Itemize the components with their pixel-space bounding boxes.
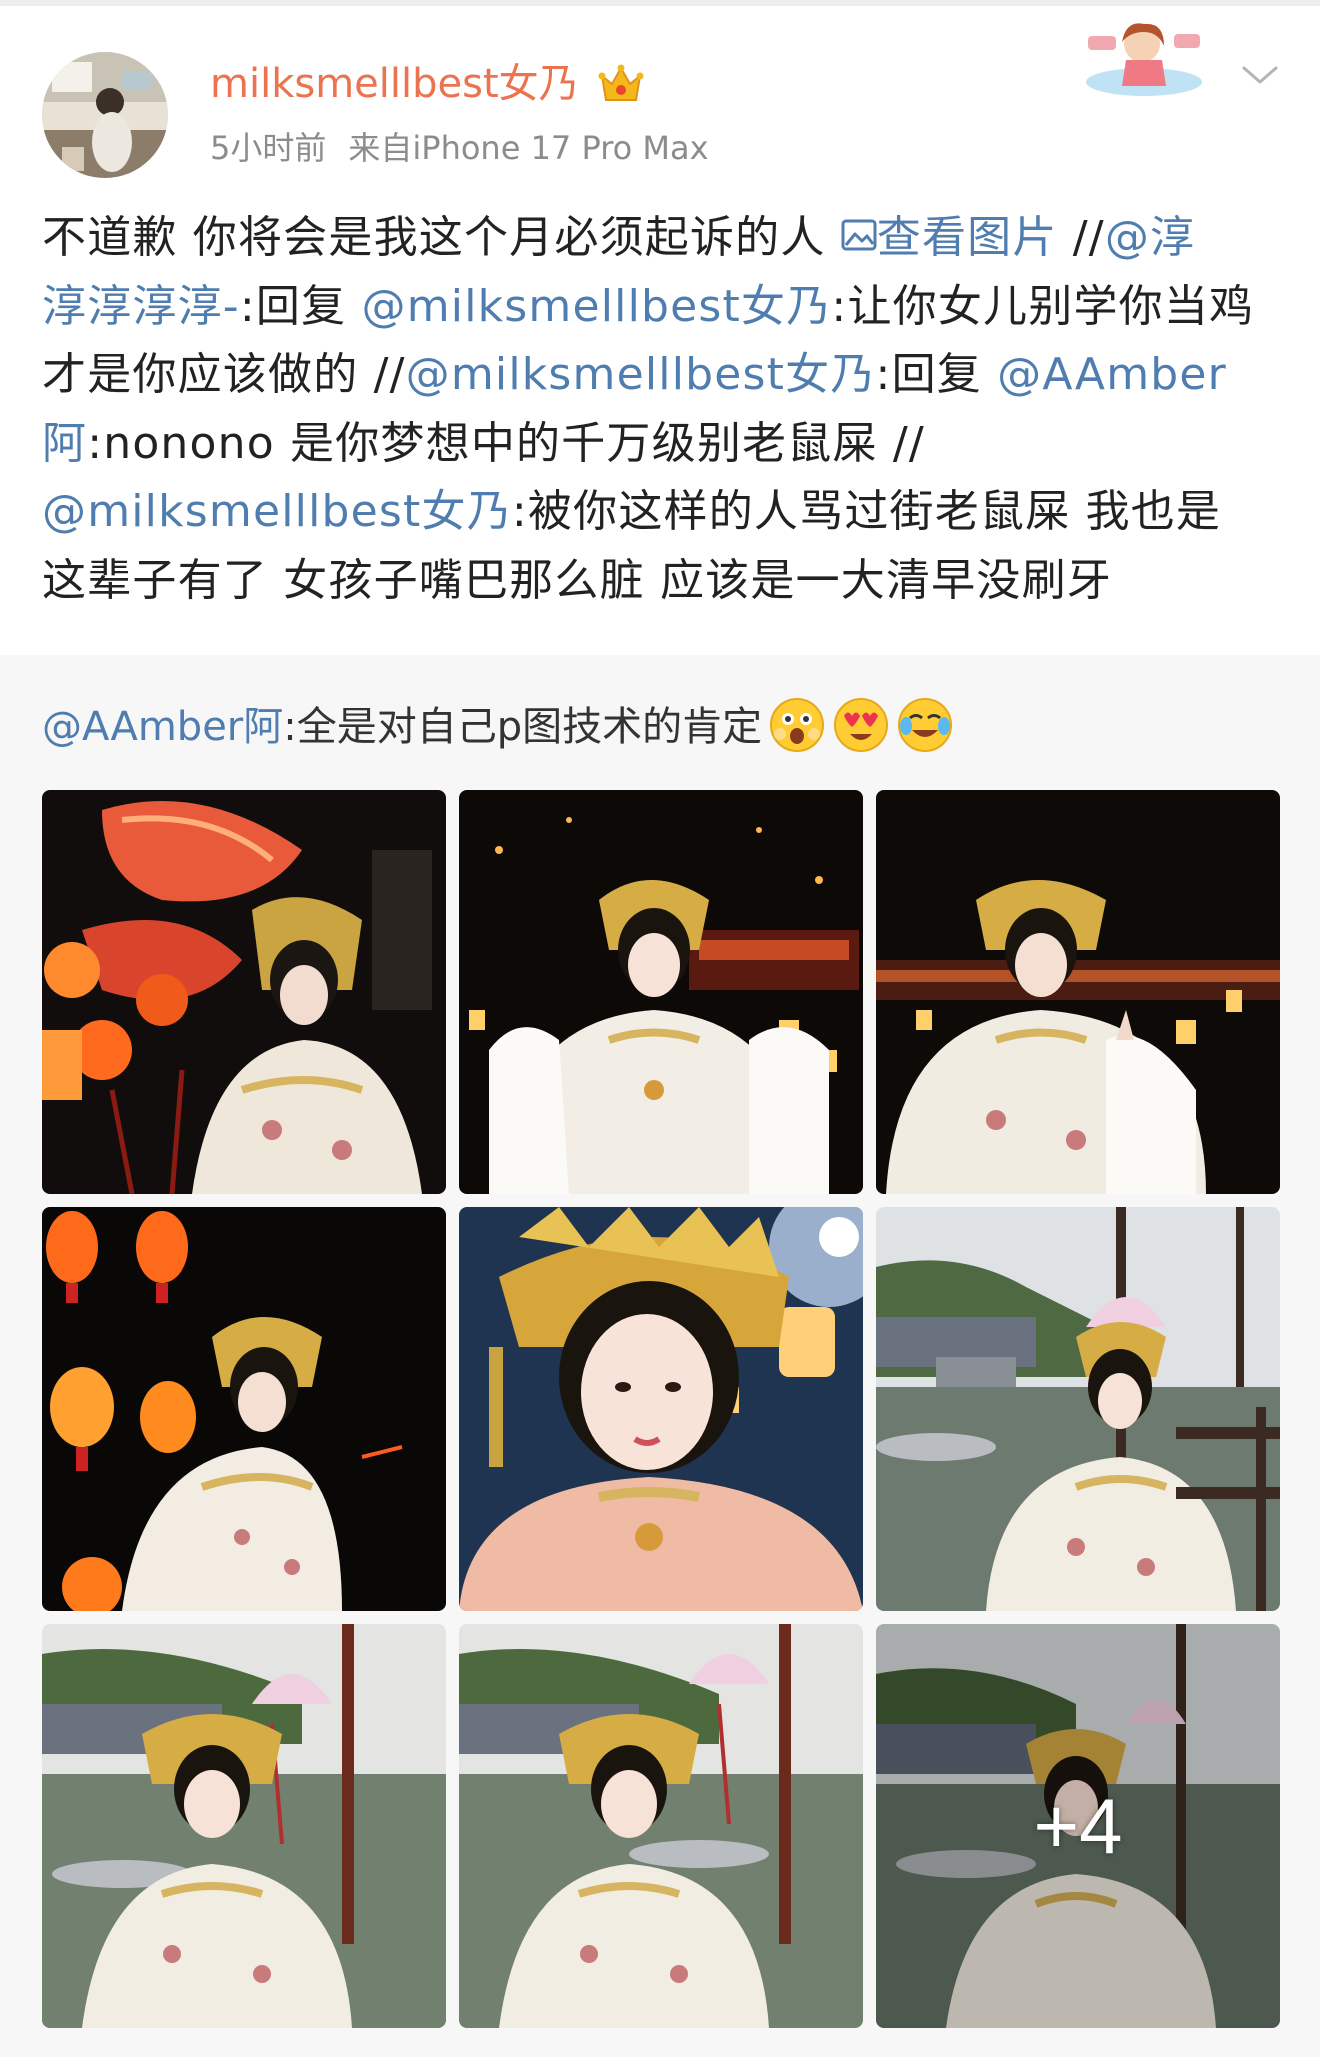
photo-8[interactable] (459, 1624, 863, 2028)
mention-link[interactable]: 阿 (42, 418, 87, 469)
post-text-segment: 这辈子有了 女孩子嘴巴那么脏 应该是一大清早没刷牙 (42, 554, 1112, 606)
repost-author-mention[interactable]: @AAmber阿 (42, 704, 283, 750)
post-time: 5小时前 (210, 129, 327, 167)
view-image-link[interactable]: 查看图片 (877, 212, 1058, 263)
post-meta: 5小时前 来自iPhone 17 Pro Max (210, 124, 709, 172)
mention-link[interactable]: @milksmelllbest女乃 (406, 349, 876, 400)
post-text-line: @milksmelllbest女乃:被你这样的人骂过街老鼠屎 我也是 (42, 478, 1282, 547)
photo-3[interactable] (876, 790, 1280, 1194)
photo-grid: +4 (42, 790, 1280, 2028)
post-text: 不道歉 你将会是我这个月必须起诉的人 查看图片 //@淳 淳淳淳淳-:回复 @mi… (42, 204, 1282, 615)
photo-7[interactable] (42, 1624, 446, 2028)
more-photos-count: +4 (1033, 1781, 1123, 1870)
image-icon (841, 219, 877, 251)
post-text-line: 这辈子有了 女孩子嘴巴那么脏 应该是一大清早没刷牙 (42, 547, 1282, 616)
crown-icon (598, 64, 644, 101)
post-text-segment: :回复 (875, 349, 998, 400)
photo-4[interactable] (42, 1207, 446, 1611)
post-text-line: 阿:nonono 是你梦想中的千万级别老鼠屎 // (42, 410, 1282, 479)
mention-link[interactable]: @AAmber (997, 349, 1227, 400)
mention-link[interactable]: @milksmelllbest女乃 (362, 281, 832, 332)
photo-6[interactable] (876, 1207, 1280, 1611)
post-text-segment: :被你这样的人骂过街老鼠屎 我也是 (511, 486, 1222, 537)
chevron-down-icon[interactable] (1240, 60, 1280, 88)
heart-eyes-emoji-icon (834, 698, 889, 752)
crying-laugh-emoji-icon (898, 698, 953, 752)
photo-5[interactable] (459, 1207, 863, 1611)
post-text-line: 不道歉 你将会是我这个月必须起诉的人 查看图片 //@淳 (42, 204, 1282, 273)
repost-body: :全是对自己p图技术的肯定 (283, 704, 763, 750)
post-text-line: 淳淳淳淳-:回复 @milksmelllbest女乃:让你女儿别学你当鸡 (42, 273, 1282, 342)
post-text-line: 才是你应该做的 //@milksmelllbest女乃:回复 @AAmber (42, 341, 1282, 410)
photo-2[interactable] (459, 790, 863, 1194)
mention-link[interactable]: @淳 (1105, 212, 1195, 263)
mention-link[interactable]: @milksmelllbest女乃 (42, 486, 512, 537)
post-text-segment: :nonono 是你梦想中的千万级别老鼠屎 // (87, 417, 925, 469)
post-text-segment: 不道歉 你将会是我这个月必须起诉的人 (42, 212, 841, 263)
post-text-segment: 才是你应该做的 // (42, 349, 406, 400)
top-divider (0, 0, 1320, 6)
photo-more[interactable]: +4 (876, 1624, 1280, 2028)
mention-link[interactable]: 淳淳淳淳- (42, 281, 240, 332)
post-text-segment: // (1057, 212, 1105, 263)
surprised-emoji-icon (770, 698, 825, 752)
post-source: 来自iPhone 17 Pro Max (348, 129, 709, 167)
anime-sticker-icon (1086, 23, 1202, 96)
weibo-post-card: milksmelllbest女乃 5小时前 来自iPhone 17 Pro Max… (0, 0, 1320, 2057)
post-text-segment: :回复 (239, 280, 362, 332)
photo-1[interactable] (42, 790, 446, 1194)
repost-section[interactable]: @AAmber阿:全是对自己p图技术的肯定 +4 (0, 655, 1320, 2057)
repost-text: @AAmber阿:全是对自己p图技术的肯定 (42, 695, 954, 759)
username[interactable]: milksmelllbest女乃 (210, 58, 579, 110)
post-text-segment: :让你女儿别学你当鸡 (831, 280, 1255, 332)
avatar[interactable] (42, 52, 168, 178)
